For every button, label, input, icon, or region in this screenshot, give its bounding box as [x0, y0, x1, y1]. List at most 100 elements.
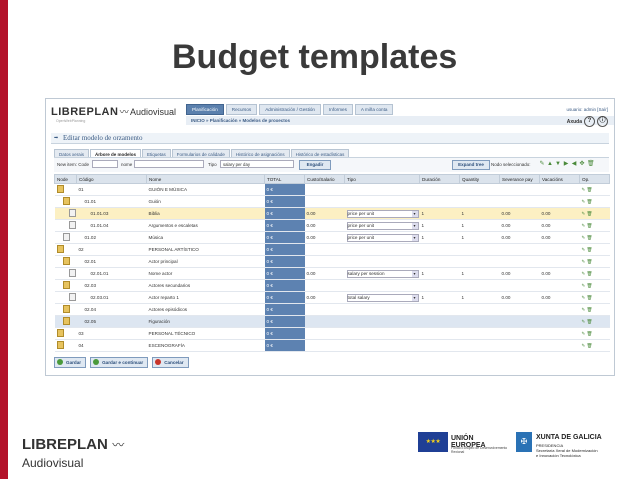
vacations-cell: [539, 195, 580, 208]
save-and-continue-button[interactable]: Gardar e continuar: [90, 357, 149, 368]
table-row[interactable]: 03 PERSONAL TÉCNICO 0 € ✎ 🗑: [54, 327, 610, 340]
document-icon[interactable]: [68, 209, 76, 217]
delete-icon[interactable]: 🗑: [585, 319, 593, 324]
table-row[interactable]: 02.03 Actores secundarios 0 € ✎ 🗑: [54, 279, 610, 292]
document-icon[interactable]: [68, 269, 76, 277]
cost-cell: 0.00: [304, 231, 345, 244]
folder-icon[interactable]: [62, 257, 70, 265]
node-cell: [54, 195, 77, 208]
row-type-value: price per unit: [347, 210, 375, 216]
row-type-select[interactable]: price per unit ▾: [346, 209, 419, 218]
chevron-down-icon[interactable]: ▾: [411, 222, 418, 229]
delete-icon[interactable]: 🗑: [585, 223, 593, 228]
move-down-icon[interactable]: ▼: [555, 160, 561, 168]
chevron-down-icon[interactable]: ▾: [411, 210, 418, 217]
folder-icon[interactable]: [56, 185, 64, 193]
folder-icon[interactable]: [62, 305, 70, 313]
nav-tab-my-account[interactable]: A miña conta: [354, 104, 394, 115]
row-type-select[interactable]: salary per session ▾: [346, 269, 419, 278]
severance-cell: 0.00: [499, 291, 540, 304]
table-row[interactable]: 01 GUIÓN E MÚSICA 0 € ✎ 🗑: [54, 183, 610, 196]
new-item-code-input[interactable]: [92, 160, 118, 168]
folder-icon[interactable]: [56, 329, 64, 337]
move-node-icon[interactable]: ✥: [579, 160, 585, 168]
quantity-cell: [459, 339, 500, 352]
delete-icon[interactable]: 🗑: [585, 307, 593, 312]
document-icon[interactable]: [68, 221, 76, 229]
delete-icon[interactable]: 🗑: [585, 235, 593, 240]
vacations-cell: [539, 255, 580, 268]
cost-cell: 0.00: [304, 267, 345, 280]
name-cell: Música: [146, 231, 265, 244]
delete-icon[interactable]: 🗑: [585, 187, 593, 192]
delete-icon[interactable]: 🗑: [585, 295, 593, 300]
nav-tab-administration[interactable]: Administración / Gestión: [259, 104, 321, 115]
table-row[interactable]: 02.05 Figuración 0 € ✎ 🗑: [54, 315, 610, 328]
delete-icon[interactable]: 🗑: [585, 247, 593, 252]
chevron-down-icon[interactable]: ▾: [411, 234, 418, 241]
node-cell: [54, 279, 77, 292]
code-cell: 01: [76, 183, 147, 196]
help-label[interactable]: Axuda: [567, 119, 582, 125]
add-button[interactable]: Engadir: [299, 160, 331, 170]
nav-tab-resources[interactable]: Recursos: [225, 104, 258, 115]
cost-cell: 0.00: [304, 291, 345, 304]
info-icon[interactable]: ⓘ: [597, 116, 608, 127]
table-row[interactable]: 01.01 Guión 0 € ✎ 🗑: [54, 195, 610, 208]
table-row[interactable]: 02.01.01 Nome actor 0 €0.00 salary per sess…: [54, 267, 610, 280]
document-icon[interactable]: [68, 293, 76, 301]
total-cell: 0 €: [264, 195, 305, 208]
chevron-down-icon[interactable]: ▾: [411, 294, 418, 301]
app-logo-suffix: Audiovisual: [130, 107, 177, 117]
vacations-cell: 0.00: [539, 231, 580, 244]
table-row[interactable]: 02.03.01 Actor reparto 10 €0.00 total sala…: [54, 291, 610, 304]
delete-icon[interactable]: 🗑: [585, 271, 593, 276]
folder-icon[interactable]: [62, 197, 70, 205]
edit-node-icon[interactable]: ✎: [539, 160, 545, 168]
new-item-name-input[interactable]: [134, 160, 204, 168]
logout-link[interactable]: [Saír]: [597, 107, 608, 112]
delete-icon[interactable]: 🗑: [585, 343, 593, 348]
folder-icon[interactable]: [56, 341, 64, 349]
expand-tree-button[interactable]: Expand tree: [452, 160, 490, 170]
table-row[interactable]: 02 PERSONAL ARTÍSTICO 0 € ✎ 🗑: [54, 243, 610, 256]
new-item-type-select[interactable]: salary per day: [220, 160, 294, 168]
severance-cell: 0.00: [499, 231, 540, 244]
duration-cell: 1: [419, 219, 460, 232]
type-cell: total salary ▾: [344, 291, 420, 304]
delete-icon[interactable]: 🗑: [585, 331, 593, 336]
chevron-down-icon[interactable]: ▾: [411, 270, 418, 277]
cancel-button[interactable]: Cancelar: [152, 357, 189, 368]
table-row[interactable]: 04 ESCENOGRAFÍA 0 € ✎ 🗑: [54, 339, 610, 352]
nav-tab-reports[interactable]: Informes: [323, 104, 353, 115]
operations-cell: ✎ 🗑: [579, 183, 610, 196]
total-cell: 0 €: [264, 303, 305, 316]
column-header-total: TOTAL: [264, 174, 305, 184]
document-icon[interactable]: [62, 233, 70, 241]
table-row[interactable]: 01.02 Música 0 €0.00 price per unit ▾ 1 1 0.00 0…: [54, 231, 610, 244]
help-area: Axuda ? ⓘ: [567, 116, 608, 127]
help-icon[interactable]: ?: [584, 116, 595, 127]
quantity-cell: [459, 327, 500, 340]
nav-tab-planning[interactable]: Planificación: [186, 104, 224, 115]
save-button[interactable]: Gardar: [54, 357, 87, 368]
row-type-select[interactable]: total salary ▾: [346, 293, 419, 302]
table-row[interactable]: 01.01.04 Argumentos e escaletas 0 €0.00 pri…: [54, 219, 610, 232]
indent-icon[interactable]: ▶: [563, 160, 569, 168]
table-row[interactable]: 02.01 Actor principal 0 € ✎ 🗑: [54, 255, 610, 268]
delete-icon[interactable]: 🗑: [585, 259, 593, 264]
folder-icon[interactable]: [62, 281, 70, 289]
folder-icon[interactable]: [56, 245, 64, 253]
folder-icon[interactable]: [62, 317, 70, 325]
delete-icon[interactable]: 🗑: [585, 199, 593, 204]
delete-node-icon[interactable]: 🗑: [587, 160, 595, 168]
delete-icon[interactable]: 🗑: [585, 283, 593, 288]
row-type-select[interactable]: price per unit ▾: [346, 233, 419, 242]
table-row[interactable]: 01.01.03 Biblia 0 €0.00 price per unit ▾ 1 1 0.…: [54, 207, 610, 220]
table-row[interactable]: 02.04 Actores episódicos 0 € ✎ 🗑: [54, 303, 610, 316]
move-up-icon[interactable]: ▲: [547, 160, 553, 168]
vacations-cell: [539, 327, 580, 340]
row-type-select[interactable]: price per unit ▾: [346, 221, 419, 230]
delete-icon[interactable]: 🗑: [585, 211, 593, 216]
unindent-icon[interactable]: ◀: [571, 160, 577, 168]
